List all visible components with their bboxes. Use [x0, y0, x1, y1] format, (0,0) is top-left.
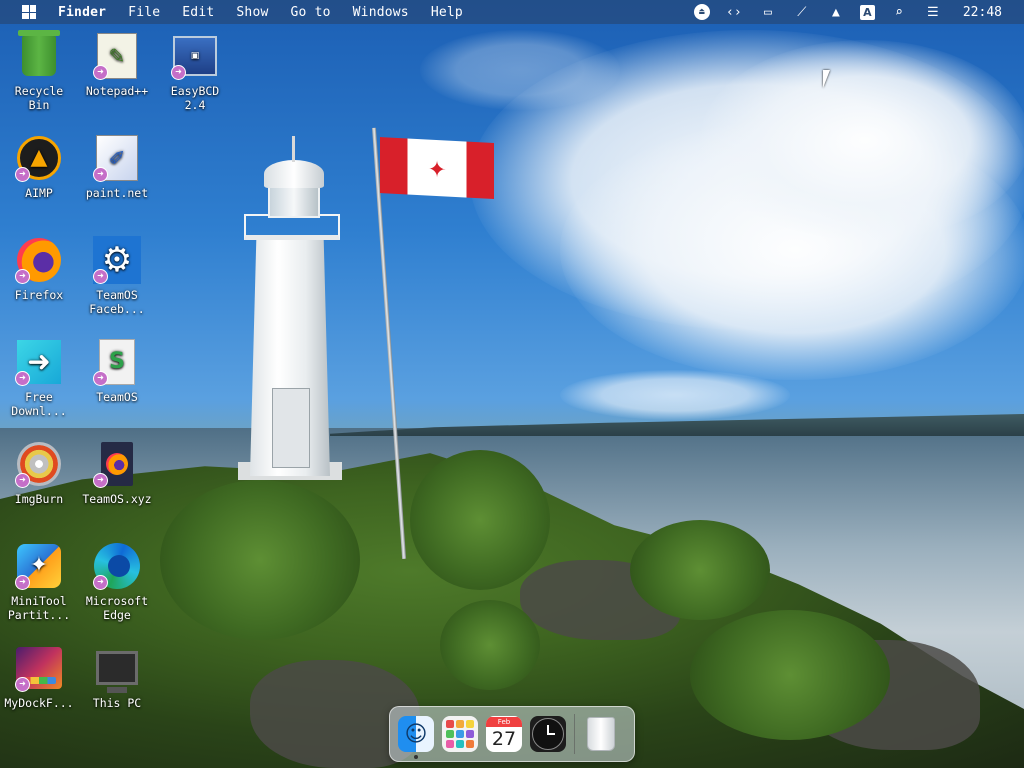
desktop-icon-label: MiniTool Partit...: [7, 594, 71, 622]
finder-icon[interactable]: [398, 716, 434, 759]
shortcut-arrow-icon: ➜: [15, 167, 30, 182]
running-indicator: [414, 755, 418, 759]
menu-bar: Finder File Edit Show Go to Windows Help…: [0, 0, 1024, 24]
desktop-icon-teamos-facebook[interactable]: ⚙ ➜ TeamOS Faceb...: [78, 236, 156, 316]
eject-icon[interactable]: ⏏: [693, 4, 710, 20]
clock-icon[interactable]: [530, 716, 566, 752]
desktop-icon-label: ImgBurn: [14, 492, 64, 506]
shortcut-arrow-icon: ➜: [93, 65, 108, 80]
desktop-icon-label: Microsoft Edge: [85, 594, 149, 622]
calendar-month: Feb: [486, 717, 522, 727]
desktop-icon-label: AIMP: [25, 186, 53, 200]
shortcut-arrow-icon: ➜: [93, 371, 108, 386]
code-icon[interactable]: ‹›: [724, 3, 744, 21]
this-pc-icon: [96, 651, 138, 693]
canada-flag: ✦: [380, 137, 494, 199]
recycle-bin-icon: [18, 30, 60, 76]
desktop-icon-teamos[interactable]: S ➜ TeamOS: [78, 338, 156, 404]
desktop-icon-easybcd[interactable]: ▣ ➜ EasyBCD 2.4: [156, 32, 234, 112]
launchpad-icon[interactable]: [442, 716, 478, 752]
shortcut-arrow-icon: ➜: [15, 371, 30, 386]
menu-file[interactable]: File: [117, 5, 171, 20]
display-icon[interactable]: ▭: [758, 3, 778, 21]
shortcut-arrow-icon: ➜: [15, 677, 30, 692]
shortcut-arrow-icon: ➜: [15, 269, 30, 284]
desktop-icon-label: Free Downl...: [11, 390, 67, 418]
trash-icon[interactable]: [583, 716, 619, 752]
desktop-icon-label: MyDockF...: [4, 696, 74, 710]
calendar-day: 27: [491, 728, 517, 750]
desktop-icon-aimp[interactable]: ▲ ➜ AIMP: [0, 134, 78, 200]
shortcut-arrow-icon: ➜: [171, 65, 186, 80]
menu-go-to[interactable]: Go to: [280, 5, 342, 20]
calendar-icon[interactable]: Feb 27: [486, 716, 522, 752]
shortcut-arrow-icon: ➜: [15, 575, 30, 590]
desktop-icon-label: TeamOS.xyz: [82, 492, 152, 506]
menu-show[interactable]: Show: [225, 5, 279, 20]
desktop-icon-this-pc[interactable]: This PC: [78, 644, 156, 710]
desktop-icon-free-download-manager[interactable]: ➜ ➜ Free Downl...: [0, 338, 78, 418]
desktop-icon-label: TeamOS: [96, 390, 138, 404]
desktop-icon-notepad-plus-plus[interactable]: ✎ ➜ Notepad++: [78, 32, 156, 98]
menu-extras: ⏏ ‹› ▭ ⟋ ▲ A ⌕ ☰ 22:48: [693, 3, 1024, 21]
desktop-icon-teamos-xyz[interactable]: ➜ TeamOS.xyz: [78, 440, 156, 506]
desktop-icon-mydock[interactable]: ➜ MyDockF...: [0, 644, 78, 710]
desktop-icon-label: Firefox: [14, 288, 64, 302]
menu-clock[interactable]: 22:48: [963, 5, 1002, 20]
menu-app-name[interactable]: Finder: [58, 5, 117, 20]
toggle-icon[interactable]: ☰: [923, 3, 943, 21]
desktop-icon-imgburn[interactable]: ➜ ImgBurn: [0, 440, 78, 506]
search-icon[interactable]: ⌕: [889, 3, 909, 21]
desktop-icon-label: This PC: [92, 696, 142, 710]
dock-separator: [574, 714, 575, 754]
shortcut-arrow-icon: ➜: [93, 167, 108, 182]
desktop-icon-label: paint.net: [85, 186, 149, 200]
shortcut-arrow-icon: ➜: [93, 575, 108, 590]
shortcut-arrow-icon: ➜: [15, 473, 30, 488]
menu-edit[interactable]: Edit: [171, 5, 225, 20]
shortcut-arrow-icon: ➜: [93, 473, 108, 488]
desktop-icon-label: Notepad++: [85, 84, 149, 98]
shortcut-arrow-icon: ➜: [93, 269, 108, 284]
desktop-icon-minitool[interactable]: ✦ ➜ MiniTool Partit...: [0, 542, 78, 622]
menu-help[interactable]: Help: [420, 5, 474, 20]
menu-windows[interactable]: Windows: [342, 5, 420, 20]
desktop-icon-paint-net[interactable]: ✐ ➜ paint.net: [78, 134, 156, 200]
dock: Feb 27: [389, 706, 635, 762]
desktop: ✦ Finder File Edit Show Go to Windows He…: [0, 0, 1024, 768]
mouse-cursor-icon: [823, 70, 837, 88]
desktop-icon-label: TeamOS Faceb...: [89, 288, 145, 316]
windows-logo-icon[interactable]: [22, 5, 36, 19]
desktop-icon-recycle-bin[interactable]: Recycle Bin: [0, 30, 78, 112]
desktop-icon-microsoft-edge[interactable]: ➜ Microsoft Edge: [78, 542, 156, 622]
upload-icon[interactable]: ▲: [826, 3, 846, 21]
desktop-icon-label: Recycle Bin: [14, 84, 64, 112]
network-off-icon[interactable]: ⟋: [792, 3, 812, 21]
input-source-icon[interactable]: A: [859, 4, 875, 20]
desktop-icon-firefox[interactable]: ➜ Firefox: [0, 236, 78, 302]
desktop-icon-label: EasyBCD 2.4: [170, 84, 220, 112]
